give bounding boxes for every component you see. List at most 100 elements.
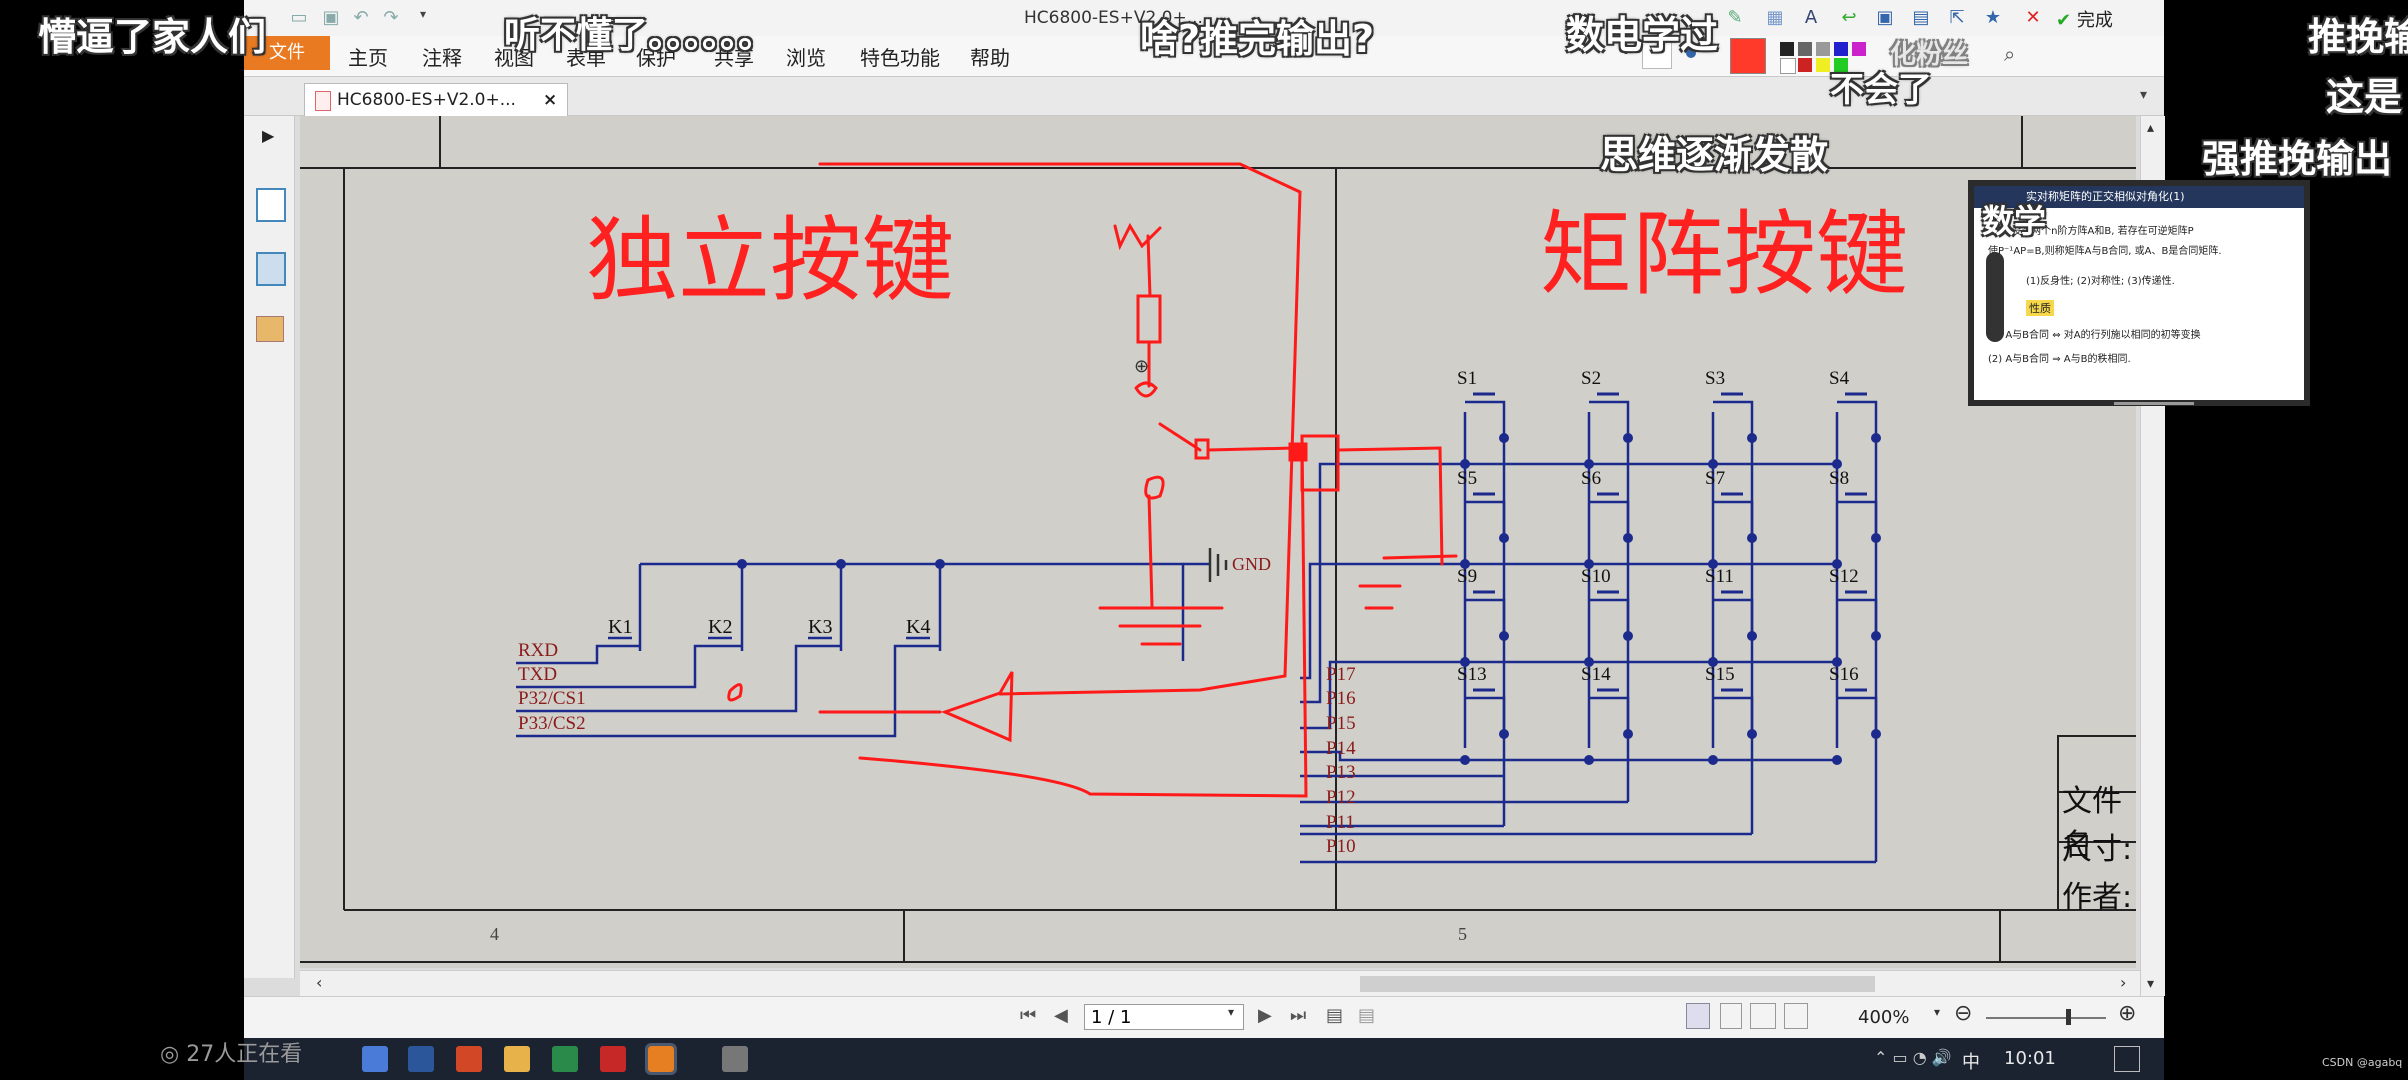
pdf-app-icon[interactable] xyxy=(600,1046,626,1072)
color-white[interactable] xyxy=(1780,58,1796,74)
pip-progress[interactable] xyxy=(2114,402,2194,405)
matrix-key-lead xyxy=(1837,500,1878,538)
highlight-icon[interactable]: ✎ xyxy=(1724,7,1746,29)
scroll-down-icon[interactable]: ▾ xyxy=(2147,976,2154,992)
pdf-viewer-window: ▭ ▣ ↶ ↷ ▾ HC6800-ES+V2.0+... ✎ ▦ A ↩ ▣ ▤… xyxy=(244,0,2165,1080)
color-gray[interactable] xyxy=(1798,42,1812,56)
close-markup-icon[interactable]: ✕ xyxy=(2022,7,2044,29)
app-icon[interactable] xyxy=(552,1046,578,1072)
foxit-icon[interactable] xyxy=(645,1043,677,1075)
text-icon[interactable]: A xyxy=(1800,7,1822,29)
zoom-dropdown-icon[interactable]: ▾ xyxy=(1934,1005,1940,1019)
color-black[interactable] xyxy=(1780,42,1794,56)
scroll-left-icon[interactable]: ‹ xyxy=(316,973,322,992)
search-icon[interactable]: ⌕ xyxy=(2004,42,2015,66)
prev-page-icon[interactable]: ◀ xyxy=(1054,1005,1068,1026)
horizontal-scrollbar[interactable]: ‹ › xyxy=(300,970,2140,997)
matrix-key-lead xyxy=(1837,696,1878,734)
first-page-icon[interactable]: ⏮ xyxy=(1020,1005,1036,1026)
matrix-key-lead xyxy=(1837,400,1878,438)
heading-independent-keys: 独立按键 xyxy=(586,207,955,314)
zoom-level[interactable]: 400% xyxy=(1858,1007,1909,1028)
bookmark-icon[interactable]: ★ xyxy=(1982,7,2004,29)
zoom-out-icon[interactable]: ⊖ xyxy=(1954,1001,1972,1026)
matrix-key-label: S15 xyxy=(1705,664,1735,685)
matrix-node xyxy=(1584,755,1594,765)
continuous-view-icon[interactable] xyxy=(1720,1003,1742,1029)
last-page-icon[interactable]: ⏭ xyxy=(1290,1005,1306,1026)
zoom-slider-thumb[interactable] xyxy=(2066,1009,2071,1025)
matrix-key-lead xyxy=(1589,696,1630,734)
close-tab-icon[interactable]: × xyxy=(543,84,557,116)
split-view-icon[interactable] xyxy=(1784,1003,1808,1029)
matrix-key-label: S3 xyxy=(1705,368,1726,389)
color-blue[interactable] xyxy=(1834,42,1848,56)
customize-icon[interactable]: ▾ xyxy=(412,7,434,29)
matrix-node xyxy=(1499,729,1509,739)
danmaku-comment: 听不懂了。。。。。。 xyxy=(504,15,775,56)
layers-icon[interactable] xyxy=(256,252,286,286)
key-label: K4 xyxy=(906,616,931,638)
matrix-node xyxy=(1623,433,1633,443)
next-page-icon[interactable]: ▶ xyxy=(1258,1005,1272,1026)
matrix-key-lead xyxy=(1465,696,1506,734)
calculator-icon[interactable] xyxy=(722,1046,748,1072)
color-yellow[interactable] xyxy=(1816,58,1830,72)
pages-icon[interactable] xyxy=(256,188,286,222)
share-icon[interactable]: ⇱ xyxy=(1946,7,1968,29)
tray-icons[interactable]: ⌃ ▭ ◔ 🔊 xyxy=(1874,1048,1952,1067)
insert-page-icon[interactable]: ▤ xyxy=(1358,1005,1375,1026)
tab-browse[interactable]: 浏览 xyxy=(786,42,826,71)
tab-menu-icon[interactable]: ▾ xyxy=(2140,87,2147,103)
matrix-node xyxy=(1747,433,1757,443)
matrix-node xyxy=(1871,631,1881,641)
color-purple[interactable] xyxy=(1852,42,1866,56)
notification-icon[interactable] xyxy=(2114,1046,2140,1072)
matrix-key-lead xyxy=(1713,400,1754,438)
net-label: P32/CS1 xyxy=(518,688,586,709)
open-icon[interactable]: ▭ xyxy=(288,7,310,29)
redo-icon[interactable]: ↷ xyxy=(380,7,402,29)
powerpoint-icon[interactable] xyxy=(456,1046,482,1072)
zoom-slider[interactable] xyxy=(1986,1017,2106,1019)
scroll-right-icon[interactable]: › xyxy=(2120,973,2126,992)
color-red[interactable] xyxy=(1798,58,1812,72)
color-lightgray[interactable] xyxy=(1816,42,1830,56)
matrix-key-label: S4 xyxy=(1829,368,1850,389)
image-icon[interactable]: ▦ xyxy=(1764,7,1786,29)
gnd-label: GND xyxy=(1232,554,1271,574)
document-canvas[interactable]: 独立按键 矩阵按键 GND K1 K2 K3 K4 RXD TXD P32/CS… xyxy=(300,116,2136,968)
expand-panel-icon[interactable]: ▶ xyxy=(262,126,274,145)
folder-icon[interactable] xyxy=(504,1046,530,1072)
tab-annotate[interactable]: 注释 xyxy=(422,42,462,71)
back-icon[interactable]: ↩ xyxy=(1838,7,1860,29)
pip-controls[interactable] xyxy=(1986,252,2004,342)
page-dropdown-icon[interactable]: ▾ xyxy=(1228,1005,1234,1019)
two-page-view-icon[interactable] xyxy=(1750,1003,1776,1029)
clock[interactable]: 10:01 xyxy=(2004,1048,2056,1069)
matrix-key-label: S11 xyxy=(1705,566,1734,587)
port-pin-label: P15 xyxy=(1326,713,1356,734)
tab-features[interactable]: 特色功能 xyxy=(860,42,940,71)
horizontal-scroll-thumb[interactable] xyxy=(1360,976,1875,992)
document-tab[interactable]: HC6800-ES+V2.0+... × xyxy=(304,83,568,116)
word-icon[interactable] xyxy=(408,1046,434,1072)
comments-icon[interactable] xyxy=(256,316,284,342)
scroll-up-icon[interactable]: ▴ xyxy=(2147,120,2154,136)
ime-indicator[interactable]: 中 xyxy=(1962,1048,1980,1074)
pen-color-red[interactable] xyxy=(1730,38,1766,74)
zoom-in-icon[interactable]: ⊕ xyxy=(2118,1001,2136,1026)
page-icon[interactable]: ▤ xyxy=(1910,7,1932,29)
danmaku-comment: 数电学过 xyxy=(1566,13,1719,57)
single-page-view-icon[interactable] xyxy=(1686,1003,1710,1029)
tab-home[interactable]: 主页 xyxy=(348,42,388,71)
page-number-input[interactable]: 1 / 1 xyxy=(1084,1004,1244,1030)
matrix-node xyxy=(1871,433,1881,443)
save-icon[interactable]: ▣ xyxy=(320,7,342,29)
extract-page-icon[interactable]: ▤ xyxy=(1326,1005,1343,1026)
undo-icon[interactable]: ↶ xyxy=(350,7,372,29)
save-doc-icon[interactable]: ▣ xyxy=(1874,7,1896,29)
tab-help[interactable]: 帮助 xyxy=(970,42,1010,71)
finish-button[interactable]: ✔ 完成 xyxy=(2056,6,2113,32)
edge-icon[interactable] xyxy=(362,1046,388,1072)
